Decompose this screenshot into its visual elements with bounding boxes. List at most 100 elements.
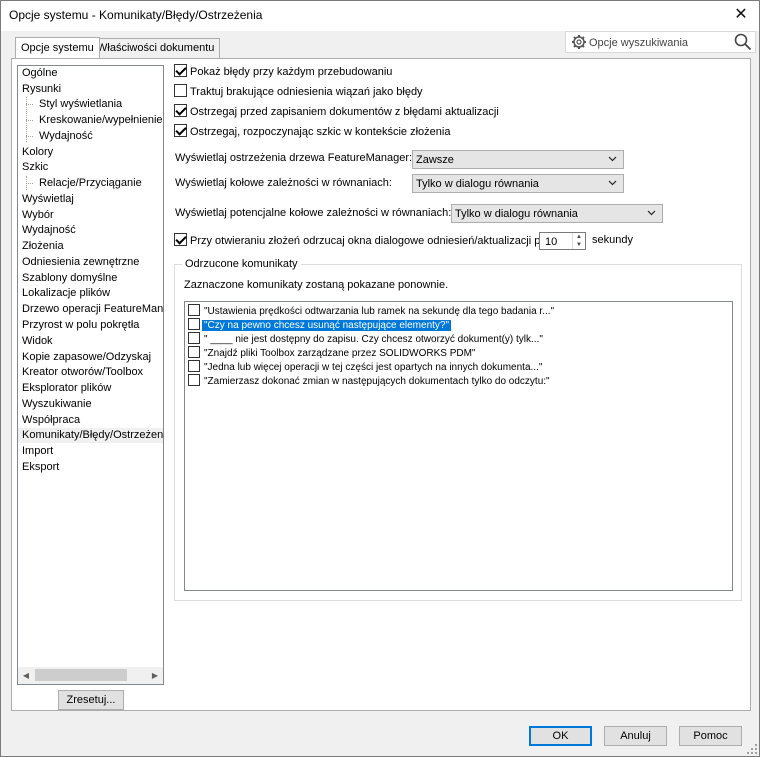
options-dialog: Opcje systemu - Komunikaty/Błędy/Ostrzeż… xyxy=(0,0,760,757)
search-icon[interactable] xyxy=(734,33,752,51)
message-text: "Jedna lub więcej operacji w tej części … xyxy=(204,362,543,373)
checkbox[interactable] xyxy=(188,374,200,386)
tree-item-assemblies[interactable]: Złożenia xyxy=(22,239,64,254)
options-tree: Ogólne Rysunki Styl wyświetlania Kreskow… xyxy=(17,65,164,685)
potential-circular-refs-label: Wyświetlaj potencjalne kołowe zależności… xyxy=(175,207,452,219)
list-item[interactable]: " ____ nie jest dostępny do zapisu. Czy … xyxy=(188,332,545,346)
tree-item-view[interactable]: Widok xyxy=(22,334,53,349)
option-label: Ostrzegaj, rozpoczynając szkic w kontekś… xyxy=(190,126,451,138)
ok-button[interactable]: OK xyxy=(529,726,592,746)
message-text: "Zamierzasz dokonać zmian w następującyc… xyxy=(204,376,550,387)
tree-item-default-templates[interactable]: Szablony domyślne xyxy=(22,271,117,286)
tree-item-selection[interactable]: Wybór xyxy=(22,208,54,223)
potential-circular-refs-select[interactable]: Tylko w dialogu równania xyxy=(451,204,663,223)
tree-item-colors[interactable]: Kolory xyxy=(22,145,53,160)
checkbox[interactable] xyxy=(174,104,187,117)
scroll-left-icon[interactable]: ◀ xyxy=(19,669,33,682)
list-item[interactable]: "Ustawienia prędkości odtwarzania lub ra… xyxy=(188,304,556,318)
checkbox[interactable] xyxy=(188,318,200,330)
circular-refs-label: Wyświetlaj kołowe zależności w równaniac… xyxy=(175,177,392,189)
message-text: "Ustawienia prędkości odtwarzania lub ra… xyxy=(204,306,555,317)
tree-item-area-hatch[interactable]: Kreskowanie/wypełnienie obszaru xyxy=(39,113,163,128)
tab-system-options[interactable]: Opcje systemu xyxy=(15,37,100,58)
message-text: "Znajdź pliki Toolbox zarządzane przez S… xyxy=(204,348,476,359)
select-value: Tylko w dialogu równania xyxy=(416,178,539,190)
tree-item-backup-recover[interactable]: Kopie zapasowe/Odzyskaj xyxy=(22,350,151,365)
gear-icon[interactable] xyxy=(571,34,587,50)
help-button[interactable]: Pomoc xyxy=(679,726,742,746)
tree-item-collaboration[interactable]: Współpraca xyxy=(22,413,80,428)
option-label: Przy otwieraniu złożeń odrzucaj okna dia… xyxy=(190,235,550,247)
option-missing-mate-refs[interactable]: Traktuj brakujące odniesienia wiązań jak… xyxy=(174,84,423,99)
featuremanager-warnings-label: Wyświetlaj ostrzeżenia drzewa FeatureMan… xyxy=(175,152,413,164)
message-text: "Czy na pewno chcesz usunąć następujące … xyxy=(200,319,453,332)
tree-item-export[interactable]: Eksport xyxy=(22,460,59,475)
scrollbar-thumb[interactable] xyxy=(35,669,127,681)
tree-item-relations-snaps[interactable]: Relacje/Przyciąganie xyxy=(39,176,142,191)
option-dismiss-dialogs[interactable]: Przy otwieraniu złożeń odrzucaj okna dia… xyxy=(174,233,550,248)
tree-item-general[interactable]: Ogólne xyxy=(22,66,57,81)
tree-item-external-references[interactable]: Odniesienia zewnętrzne xyxy=(22,255,139,270)
featuremanager-warnings-select[interactable]: Zawsze xyxy=(412,150,624,169)
decrement-icon[interactable]: ▼ xyxy=(573,241,585,249)
option-show-errors[interactable]: Pokaż błędy przy każdym przebudowaniu xyxy=(174,64,392,79)
stepper-buttons: ▲ ▼ xyxy=(572,233,585,249)
dismissed-hint: Zaznaczone komunikaty zostaną pokazane p… xyxy=(184,279,449,291)
chevron-down-icon xyxy=(608,180,617,186)
seconds-unit-label: sekundy xyxy=(592,234,633,246)
tree-item-drawings[interactable]: Rysunki xyxy=(22,82,61,97)
checkbox[interactable] xyxy=(188,304,200,316)
tree-item-file-locations[interactable]: Lokalizacje plików xyxy=(22,286,110,301)
tab-document-properties[interactable]: Właściwości dokumentu xyxy=(91,38,221,58)
option-label: Traktuj brakujące odniesienia wiązań jak… xyxy=(190,86,423,98)
tree-item-hole-wizard-toolbox[interactable]: Kreator otworów/Toolbox xyxy=(22,365,143,380)
tree-item-spin-box-increments[interactable]: Przyrost w polu pokrętła xyxy=(22,318,139,333)
tree-item-performance[interactable]: Wydajność xyxy=(22,223,76,238)
tree-item-display[interactable]: Wyświetlaj xyxy=(22,192,74,207)
scroll-right-icon[interactable]: ▶ xyxy=(148,669,162,682)
list-item[interactable]: "Czy na pewno chcesz usunąć następujące … xyxy=(188,318,453,332)
increment-icon[interactable]: ▲ xyxy=(573,233,585,241)
select-value: Tylko w dialogu równania xyxy=(455,208,578,220)
checkbox[interactable] xyxy=(188,332,200,344)
list-item[interactable]: "Zamierzasz dokonać zmian w następującyc… xyxy=(188,374,552,388)
resize-grip-icon[interactable] xyxy=(747,744,757,754)
search-input[interactable]: Opcje wyszukiwania xyxy=(589,37,688,49)
checkbox[interactable] xyxy=(174,84,187,97)
tree-item-search[interactable]: Wyszukiwanie xyxy=(22,397,92,412)
option-label: Ostrzegaj przed zapisaniem dokumentów z … xyxy=(190,106,499,118)
checkbox[interactable] xyxy=(174,64,187,77)
dismiss-seconds-stepper[interactable]: 10 ▲ ▼ xyxy=(539,232,586,250)
circular-refs-select[interactable]: Tylko w dialogu równania xyxy=(412,174,624,193)
stepper-value[interactable]: 10 xyxy=(545,236,557,248)
dismissed-messages-list: "Ustawienia prędkości odtwarzania lub ra… xyxy=(184,301,733,591)
tree-item-display-style[interactable]: Styl wyświetlania xyxy=(39,97,122,112)
option-warn-sketch-in-context[interactable]: Ostrzegaj, rozpoczynając szkic w kontekś… xyxy=(174,124,450,139)
list-item[interactable]: "Jedna lub więcej operacji w tej części … xyxy=(188,360,544,374)
search-box[interactable]: Opcje wyszukiwania xyxy=(565,31,756,53)
reset-button[interactable]: Zresetuj... xyxy=(58,690,124,710)
tab-content: Ogólne Rysunki Styl wyświetlania Kreskow… xyxy=(11,58,751,711)
window-title: Opcje systemu - Komunikaty/Błędy/Ostrzeż… xyxy=(9,8,263,22)
option-label: Pokaż błędy przy każdym przebudowaniu xyxy=(190,66,393,78)
tree-item-drawings-performance[interactable]: Wydajność xyxy=(39,129,93,144)
group-title: Odrzucone komunikaty xyxy=(182,258,301,271)
tree-item-featuremanager[interactable]: Drzewo operacji FeatureManager xyxy=(22,302,163,317)
message-text: " ____ nie jest dostępny do zapisu. Czy … xyxy=(204,334,543,345)
tree-item-import[interactable]: Import xyxy=(22,444,53,459)
select-value: Zawsze xyxy=(416,154,454,166)
title-bar: Opcje systemu - Komunikaty/Błędy/Ostrzeż… xyxy=(1,1,759,31)
list-item[interactable]: "Znajdź pliki Toolbox zarządzane przez S… xyxy=(188,346,477,360)
tree-item-file-explorer[interactable]: Eksplorator plików xyxy=(22,381,111,396)
chevron-down-icon xyxy=(608,156,617,162)
tree-item-messages-errors-warnings[interactable]: Komunikaty/Błędy/Ostrzeżenia xyxy=(18,428,163,443)
cancel-button[interactable]: Anuluj xyxy=(604,726,667,746)
checkbox[interactable] xyxy=(174,124,187,137)
checkbox[interactable] xyxy=(188,360,200,372)
tree-horizontal-scrollbar[interactable]: ◀ ▶ xyxy=(18,667,163,684)
option-warn-before-saving[interactable]: Ostrzegaj przed zapisaniem dokumentów z … xyxy=(174,104,499,119)
checkbox[interactable] xyxy=(188,346,200,358)
tree-item-sketch[interactable]: Szkic xyxy=(22,160,48,175)
close-icon[interactable]: ✕ xyxy=(731,5,751,25)
checkbox[interactable] xyxy=(174,233,187,246)
